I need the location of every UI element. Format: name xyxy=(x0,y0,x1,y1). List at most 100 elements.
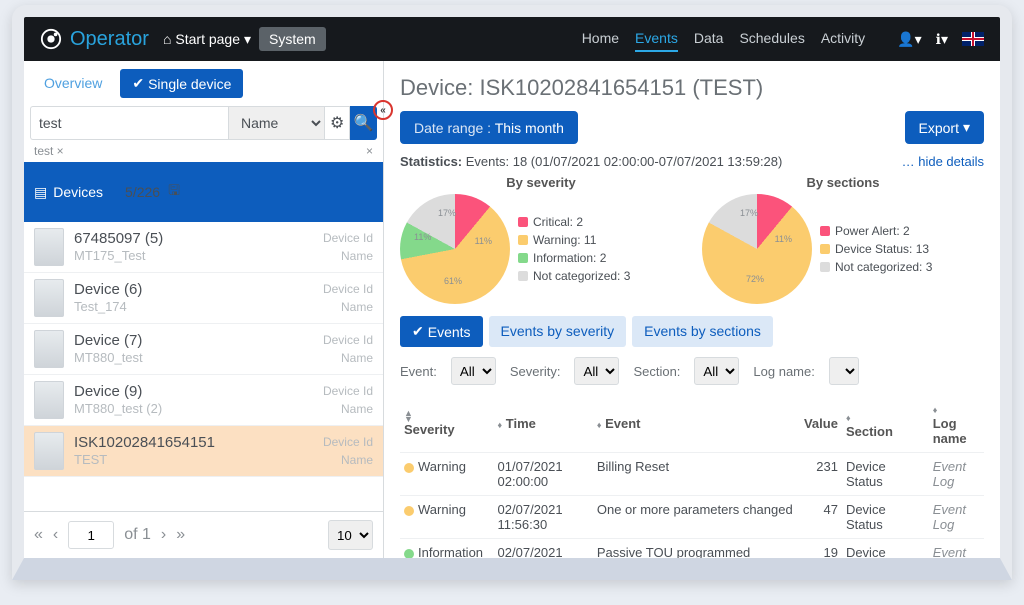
nav-data[interactable]: Data xyxy=(694,26,724,52)
collapse-highlight[interactable]: « xyxy=(373,100,393,120)
device-thumb xyxy=(34,432,64,470)
table-row[interactable]: Warning01/07/2021 02:00:00Billing Reset2… xyxy=(400,453,984,496)
brand-text: Operator xyxy=(70,28,149,51)
col-event[interactable]: ♦ Event xyxy=(593,395,800,453)
pager: « ‹ of 1 › » 10 xyxy=(24,511,383,558)
pie-label: 61% xyxy=(444,276,462,286)
device-sub: MT175_Test xyxy=(74,248,313,264)
chart-severity-title: By severity xyxy=(400,175,682,190)
settings-button[interactable]: ⚙ xyxy=(324,106,351,140)
pie-label: 11% xyxy=(775,234,792,244)
legend-swatch xyxy=(820,244,830,254)
device-sub: Test_174 xyxy=(74,299,313,315)
pie-sections: 11% 72% 17% xyxy=(702,194,812,304)
save-icon[interactable]: 🖫 xyxy=(168,180,180,204)
page-size-select[interactable]: 10 xyxy=(328,520,373,550)
legend-item: Information: 2 xyxy=(518,251,630,265)
legend-severity: Critical: 2Warning: 11Information: 2Not … xyxy=(518,215,630,283)
user-menu[interactable]: 👤▾ xyxy=(897,31,921,48)
export-button[interactable]: Export ▾ xyxy=(905,111,985,144)
legend-label: Information: 2 xyxy=(533,251,606,265)
tab-events[interactable]: ✔ Events xyxy=(400,316,483,347)
tab-events-by-sections[interactable]: Events by sections xyxy=(632,316,773,347)
legend-label: Warning: 11 xyxy=(533,233,596,247)
chevron-left-icon: « xyxy=(380,105,386,116)
chart-by-severity: By severity 11% 61% 11% 17% Critical: 2W… xyxy=(400,175,682,304)
system-button[interactable]: System xyxy=(259,27,326,51)
device-name-label: Name xyxy=(341,351,373,365)
search-field-select[interactable]: Name xyxy=(228,106,324,140)
pie-label: 11% xyxy=(475,236,492,246)
legend-swatch xyxy=(820,226,830,236)
page-next-button[interactable]: › xyxy=(161,526,166,544)
pie-label: 17% xyxy=(740,208,758,218)
device-row[interactable]: ISK10202841654151TESTDevice IdName xyxy=(24,426,383,477)
col-time[interactable]: ♦ Time xyxy=(494,395,593,453)
start-page-menu[interactable]: ⌂ Start page ▾ xyxy=(163,31,251,48)
filter-logname-select[interactable] xyxy=(829,357,859,385)
flag-uk-icon[interactable] xyxy=(962,32,984,46)
page-last-button[interactable]: » xyxy=(176,526,185,544)
device-id-label: Device Id xyxy=(323,231,373,245)
device-row[interactable]: Device (9)MT880_test (2)Device IdName xyxy=(24,375,383,426)
main-nav: Home Events Data Schedules Activity xyxy=(582,26,865,52)
device-sub: MT880_test xyxy=(74,350,313,366)
legend-swatch xyxy=(518,217,528,227)
hide-details-link[interactable]: … hide details xyxy=(902,154,984,169)
device-sub: MT880_test (2) xyxy=(74,401,313,417)
nav-home[interactable]: Home xyxy=(582,26,619,52)
export-label: Export xyxy=(919,120,959,136)
page-prev-button[interactable]: ‹ xyxy=(53,526,58,544)
device-row[interactable]: 67485097 (5)MT175_TestDevice IdName xyxy=(24,222,383,273)
nav-events[interactable]: Events xyxy=(635,26,678,52)
legend-sections: Power Alert: 2Device Status: 13Not categ… xyxy=(820,224,932,274)
table-row[interactable]: Warning02/07/2021 11:56:30One or more pa… xyxy=(400,496,984,539)
tab-overview[interactable]: Overview xyxy=(32,69,114,98)
legend-swatch xyxy=(518,253,528,263)
tab-single-device[interactable]: ✔ Single device xyxy=(120,69,243,98)
legend-item: Warning: 11 xyxy=(518,233,630,247)
legend-item: Not categorized: 3 xyxy=(820,260,932,274)
devices-panel-header: ▤ Devices 5/226 🖫 xyxy=(24,162,383,222)
pie-label: 17% xyxy=(438,208,456,218)
filter-event-label: Event: xyxy=(400,364,437,379)
device-id-label: Device Id xyxy=(323,333,373,347)
device-title: 67485097 (5) xyxy=(74,230,313,248)
date-range-button[interactable]: Date range : This month xyxy=(400,111,578,144)
page-first-button[interactable]: « xyxy=(34,526,43,544)
tab-events-by-severity[interactable]: Events by severity xyxy=(489,316,627,347)
filter-severity-select[interactable]: All xyxy=(574,357,619,385)
device-id-label: Device Id xyxy=(323,435,373,449)
col-section[interactable]: ♦Section xyxy=(842,395,929,453)
statistics-text: Statistics: Events: 18 (01/07/2021 02:00… xyxy=(400,154,782,169)
home-icon: ⌂ xyxy=(163,31,171,47)
col-value[interactable]: Value xyxy=(800,395,842,453)
search-input[interactable] xyxy=(30,106,228,140)
severity-dot xyxy=(404,463,414,473)
col-severity[interactable]: ▲▼Severity xyxy=(400,395,494,453)
device-id-label: Device Id xyxy=(323,384,373,398)
page-title: Device: ISK10202841654151 (TEST) xyxy=(400,75,984,101)
devices-count: 5/226 xyxy=(125,184,160,200)
device-row[interactable]: Device (6)Test_174Device IdName xyxy=(24,273,383,324)
devices-list: 67485097 (5)MT175_Test Device Id Name Devic… xyxy=(24,222,383,511)
severity-dot xyxy=(404,549,414,558)
page-input[interactable] xyxy=(68,521,114,549)
device-thumb xyxy=(34,330,64,368)
filter-event-select[interactable]: All xyxy=(451,357,496,385)
gear-icon: ⚙ xyxy=(330,113,344,133)
legend-swatch xyxy=(518,235,528,245)
filter-chip[interactable]: test × xyxy=(34,144,64,158)
col-log[interactable]: ♦Log name xyxy=(929,395,984,453)
clear-filter-button[interactable]: × xyxy=(366,144,373,158)
device-sub: TEST xyxy=(74,452,313,468)
table-row[interactable]: Information02/07/2021 11:56:31Passive TO… xyxy=(400,539,984,559)
filter-section-select[interactable]: All xyxy=(694,357,739,385)
nav-activity[interactable]: Activity xyxy=(821,26,865,52)
nav-schedules[interactable]: Schedules xyxy=(739,26,804,52)
left-panel: Overview ✔ Single device Name ⚙ 🔍 « test… xyxy=(24,61,384,558)
info-menu[interactable]: ℹ▾ xyxy=(936,31,948,48)
device-thumb xyxy=(34,279,64,317)
device-name-label: Name xyxy=(341,453,373,467)
device-row[interactable]: Device (7)MT880_testDevice IdName xyxy=(24,324,383,375)
